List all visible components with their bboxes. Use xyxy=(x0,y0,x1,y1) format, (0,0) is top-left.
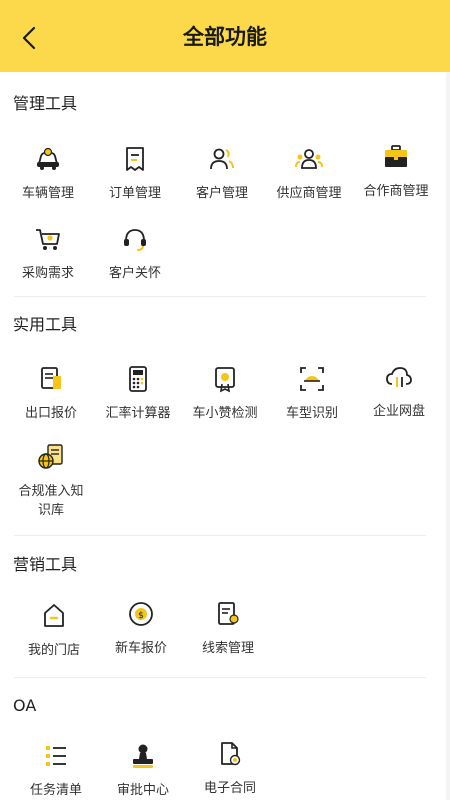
item-label: 企业网盘 xyxy=(372,404,425,419)
cloud-icon xyxy=(384,362,414,392)
item-customer-care[interactable]: 客户关怀 xyxy=(92,224,178,283)
item-order-management[interactable]: 订单管理 xyxy=(92,144,178,203)
section-practical-tools: 实用工具 出口报价 汇率计算器 车小赞检测 车型识别 企业网盘 合规准入知识库 xyxy=(0,296,446,556)
item-label: 车型识别 xyxy=(285,406,338,421)
item-compliance-knowledge-base[interactable]: 合规准入知识库 xyxy=(8,442,94,520)
headset-icon xyxy=(120,224,150,254)
item-e-contract[interactable]: 电子合同 xyxy=(187,739,273,798)
item-vehicle-management[interactable]: 车辆管理 xyxy=(5,144,91,203)
item-label: 任务清单 xyxy=(29,783,82,798)
section-title: 管理工具 xyxy=(13,94,78,113)
order-icon xyxy=(120,144,150,174)
item-vehicle-recognition[interactable]: 车型识别 xyxy=(269,364,355,423)
item-label: 线索管理 xyxy=(201,641,254,656)
item-label: 车小赞检测 xyxy=(192,406,258,421)
section-title: OA xyxy=(13,696,37,715)
certificate-icon xyxy=(210,364,240,394)
item-label: 客户关怀 xyxy=(108,266,161,281)
section-title: 实用工具 xyxy=(13,315,78,334)
item-export-quote[interactable]: 出口报价 xyxy=(8,364,94,423)
item-label: 合规准入知识库 xyxy=(18,484,84,518)
cart-icon xyxy=(33,224,63,254)
item-label: 供应商管理 xyxy=(276,186,342,201)
function-panel: 管理工具 车辆管理 订单管理 客户管理 供应商管理 合作商管理 采购需求 客户关… xyxy=(0,72,446,800)
item-partner-management[interactable]: 合作商管理 xyxy=(353,142,439,201)
item-label: 车辆管理 xyxy=(21,186,74,201)
item-lead-management[interactable]: 线索管理 xyxy=(185,599,271,658)
item-label: 我的门店 xyxy=(27,643,80,658)
item-supplier-management[interactable]: 供应商管理 xyxy=(266,144,352,203)
document-icon xyxy=(36,364,66,394)
item-label: 审批中心 xyxy=(116,783,169,798)
calculator-icon xyxy=(123,364,153,394)
car-icon xyxy=(33,144,63,174)
store-icon xyxy=(39,601,69,631)
item-my-store[interactable]: 我的门店 xyxy=(11,601,97,660)
section-marketing-tools: 营销工具 我的门店 $ 新车报价 线索管理 xyxy=(0,535,446,685)
contract-icon xyxy=(215,739,245,769)
item-inspection[interactable]: 车小赞检测 xyxy=(182,364,268,423)
item-label: 新车报价 xyxy=(114,641,167,656)
item-label: 合作商管理 xyxy=(363,184,429,199)
section-management-tools: 管理工具 车辆管理 订单管理 客户管理 供应商管理 合作商管理 采购需求 客户关… xyxy=(0,72,446,296)
item-purchase-requirements[interactable]: 采购需求 xyxy=(5,224,91,283)
svg-text:$: $ xyxy=(138,611,144,621)
item-approval-center[interactable]: 审批中心 xyxy=(100,741,186,800)
customers-icon xyxy=(207,144,237,174)
globe-book-icon xyxy=(36,442,66,472)
supplier-icon xyxy=(294,144,324,174)
section-oa: OA 任务清单 审批中心 电子合同 xyxy=(0,677,446,800)
item-exchange-calculator[interactable]: 汇率计算器 xyxy=(95,364,181,423)
item-task-list[interactable]: 任务清单 xyxy=(13,741,99,800)
price-icon: $ xyxy=(126,599,156,629)
item-label: 电子合同 xyxy=(203,781,256,796)
item-label: 订单管理 xyxy=(108,186,161,201)
item-label: 汇率计算器 xyxy=(105,406,171,421)
section-title: 营销工具 xyxy=(13,555,78,574)
item-enterprise-drive[interactable]: 企业网盘 xyxy=(356,362,442,421)
page-title: 全部功能 xyxy=(183,25,267,49)
item-label: 采购需求 xyxy=(21,266,74,281)
checklist-icon xyxy=(41,741,71,771)
header-bar: 全部功能 xyxy=(0,0,450,72)
leads-icon xyxy=(213,599,243,629)
stamp-icon xyxy=(128,741,158,771)
item-customer-management[interactable]: 客户管理 xyxy=(179,144,265,203)
item-label: 出口报价 xyxy=(24,406,77,421)
item-new-car-price[interactable]: $ 新车报价 xyxy=(98,599,184,658)
scan-car-icon xyxy=(297,364,327,394)
toolbox-icon xyxy=(381,142,411,172)
item-label: 客户管理 xyxy=(195,186,248,201)
